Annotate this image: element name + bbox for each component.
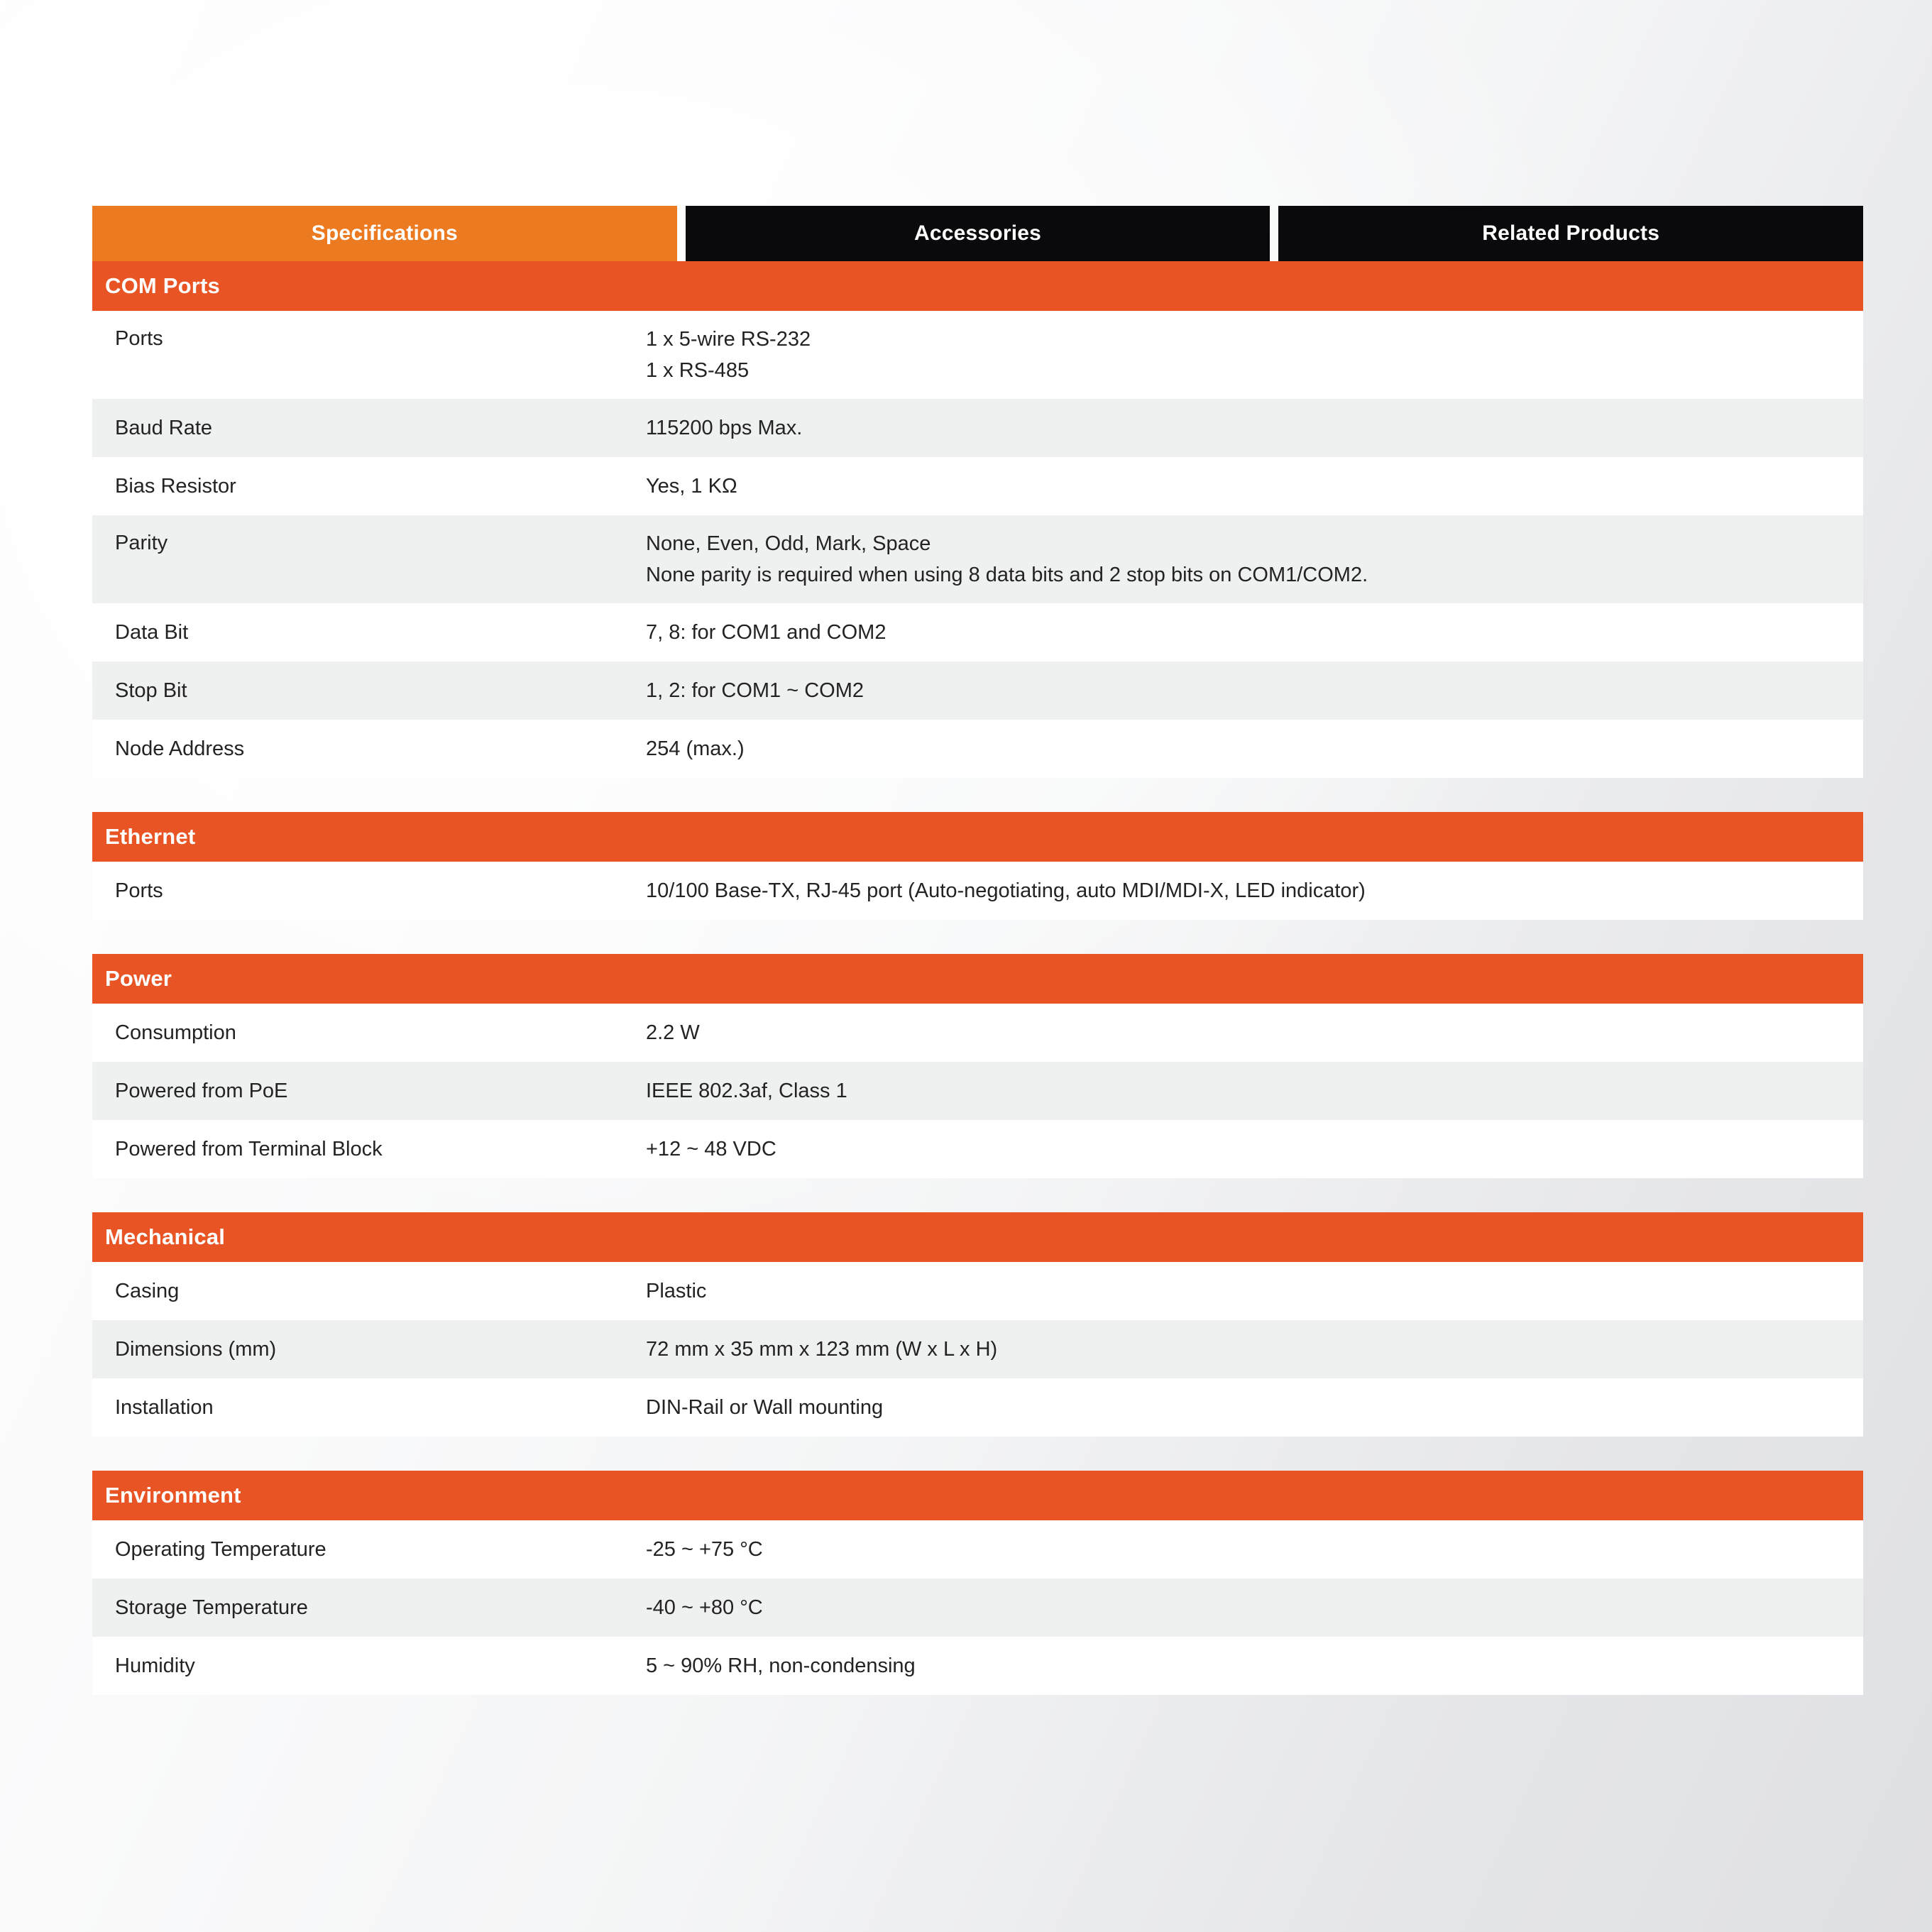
spec-value-line: None parity is required when using 8 dat… xyxy=(646,564,1368,587)
spec-value-line: 72 mm x 35 mm x 123 mm (W x L x H) xyxy=(646,1338,998,1361)
spec-row: Powered from Terminal Block +12 ~ 48 VDC xyxy=(92,1120,1863,1179)
spec-label: Stop Bit xyxy=(115,679,187,703)
spec-value: +12 ~ 48 VDC xyxy=(646,1134,1863,1165)
spec-value: None, Even, Odd, Mark, Space None parity … xyxy=(646,528,1863,591)
spec-section: Environment Operating Temperature -25 ~ +7… xyxy=(92,1471,1863,1729)
spec-label: Parity xyxy=(115,532,168,555)
spec-value-line: -40 ~ +80 °C xyxy=(646,1596,763,1620)
spec-value: -40 ~ +80 °C xyxy=(646,1592,1863,1623)
specifications-sheet: Specifications Accessories Related Product… xyxy=(92,206,1864,1729)
spec-value: IEEE 802.3af, Class 1 xyxy=(646,1075,1863,1107)
spec-value-line: DIN-Rail or Wall mounting xyxy=(646,1396,884,1420)
spec-label: Data Bit xyxy=(115,621,189,644)
section-header-environment: Environment xyxy=(92,1471,1863,1521)
spec-value: 10/100 Base-TX, RJ-45 port (Auto-negotia… xyxy=(646,875,1863,906)
spec-value-line: 10/100 Base-TX, RJ-45 port (Auto-negotia… xyxy=(646,879,1366,903)
spec-label: Bias Resistor xyxy=(115,475,236,498)
spec-row: Dimensions (mm) 72 mm x 35 mm x 123 mm (W… xyxy=(92,1320,1863,1379)
spec-value-line: 2.2 W xyxy=(646,1021,700,1045)
tab-label: Related Products xyxy=(1482,221,1660,245)
spec-row: Ports 1 x 5-wire RS-232 1 x RS-485 xyxy=(92,311,1863,400)
spec-row: Data Bit 7, 8: for COM1 and COM2 xyxy=(92,603,1863,662)
spec-row: Humidity 5 ~ 90% RH, non-condensing xyxy=(92,1637,1863,1696)
spec-value: 254 (max.) xyxy=(646,733,1863,764)
spec-row: Bias Resistor Yes, 1 KΩ xyxy=(92,457,1863,516)
spec-row: Ports 10/100 Base-TX, RJ-45 port (Auto-ne… xyxy=(92,862,1863,921)
spec-value-line: -25 ~ +75 °C xyxy=(646,1538,763,1561)
spec-value: 72 mm x 35 mm x 123 mm (W x L x H) xyxy=(646,1334,1863,1365)
spec-value-line: IEEE 802.3af, Class 1 xyxy=(646,1080,847,1103)
spec-label: Node Address xyxy=(115,737,245,761)
spec-value: -25 ~ +75 °C xyxy=(646,1534,1863,1565)
spec-label: Installation xyxy=(115,1396,214,1420)
spec-label: Powered from Terminal Block xyxy=(115,1138,383,1161)
tab-label: Specifications xyxy=(311,221,458,245)
section-header-mechanical: Mechanical xyxy=(92,1212,1863,1263)
spec-row: Node Address 254 (max.) xyxy=(92,720,1863,779)
section-header-com-ports: COM Ports xyxy=(92,261,1863,311)
spec-value: 7, 8: for COM1 and COM2 xyxy=(646,617,1863,648)
section-header-power: Power xyxy=(92,954,1863,1004)
tab-accessories[interactable]: Accessories xyxy=(685,206,1270,261)
spec-row: Stop Bit 1, 2: for COM1 ~ COM2 xyxy=(92,662,1863,720)
spec-value: 1, 2: for COM1 ~ COM2 xyxy=(646,675,1863,706)
section-header-ethernet: Ethernet xyxy=(92,812,1863,862)
spec-row: Baud Rate 115200 bps Max. xyxy=(92,399,1863,458)
spec-value: Plastic xyxy=(646,1275,1863,1307)
tab-label: Accessories xyxy=(914,221,1041,245)
spec-row: Casing Plastic xyxy=(92,1262,1863,1321)
spec-label: Casing xyxy=(115,1280,180,1303)
spec-value: 1 x 5-wire RS-232 1 x RS-485 xyxy=(646,324,1863,386)
spec-value: 5 ~ 90% RH, non-condensing xyxy=(646,1650,1863,1681)
spec-value-line: 1 x 5-wire RS-232 xyxy=(646,328,811,351)
spec-value-line: 5 ~ 90% RH, non-condensing xyxy=(646,1654,916,1678)
spec-label: Dimensions (mm) xyxy=(115,1338,277,1361)
spec-value-line: None, Even, Odd, Mark, Space xyxy=(646,532,931,556)
spec-value-line: Yes, 1 KΩ xyxy=(646,475,737,498)
spec-row: Installation DIN-Rail or Wall mounting xyxy=(92,1378,1863,1437)
spec-section: COM Ports Ports 1 x 5-wire RS-232 1 x RS-48… xyxy=(92,261,1863,812)
spec-label: Ports xyxy=(115,327,163,350)
spec-row: Operating Temperature -25 ~ +75 °C xyxy=(92,1520,1863,1579)
spec-row: Storage Temperature -40 ~ +80 °C xyxy=(92,1579,1863,1637)
spec-label: Operating Temperature xyxy=(115,1538,326,1561)
spec-label: Powered from PoE xyxy=(115,1080,288,1103)
tab-related-products[interactable]: Related Products xyxy=(1278,206,1864,261)
spec-label: Baud Rate xyxy=(115,417,213,440)
specifications-table: COM Ports Ports 1 x 5-wire RS-232 1 x RS-48… xyxy=(92,261,1863,1729)
spec-value: DIN-Rail or Wall mounting xyxy=(646,1392,1863,1423)
tab-specifications[interactable]: Specifications xyxy=(92,206,677,261)
spec-value-line: 1 x RS-485 xyxy=(646,359,750,383)
spec-value: 115200 bps Max. xyxy=(646,412,1863,444)
spec-label: Consumption xyxy=(115,1021,236,1045)
spec-value-line: 7, 8: for COM1 and COM2 xyxy=(646,621,887,644)
spec-label: Ports xyxy=(115,879,163,903)
spec-label: Humidity xyxy=(115,1654,195,1678)
spec-value-line: Plastic xyxy=(646,1280,707,1303)
spec-section: Mechanical Casing Plastic Dimensions (mm) 72… xyxy=(92,1212,1863,1471)
spec-value: Yes, 1 KΩ xyxy=(646,471,1863,502)
spec-value-line: 115200 bps Max. xyxy=(646,417,803,440)
spec-label: Storage Temperature xyxy=(115,1596,308,1620)
spec-value-line: 254 (max.) xyxy=(646,737,745,761)
spec-section: Power Consumption 2.2 W Powered from PoE IEE… xyxy=(92,954,1863,1212)
product-tab-bar: Specifications Accessories Related Product… xyxy=(92,206,1864,261)
spec-value-line: 1, 2: for COM1 ~ COM2 xyxy=(646,679,865,703)
spec-value: 2.2 W xyxy=(646,1017,1863,1048)
spec-value-line: +12 ~ 48 VDC xyxy=(646,1138,776,1161)
spec-row: Powered from PoE IEEE 802.3af, Class 1 xyxy=(92,1062,1863,1121)
spec-row: Consumption 2.2 W xyxy=(92,1004,1863,1063)
spec-section: Ethernet Ports 10/100 Base-TX, RJ-45 port … xyxy=(92,812,1863,954)
spec-row: Parity None, Even, Odd, Mark, Space None p… xyxy=(92,515,1863,604)
